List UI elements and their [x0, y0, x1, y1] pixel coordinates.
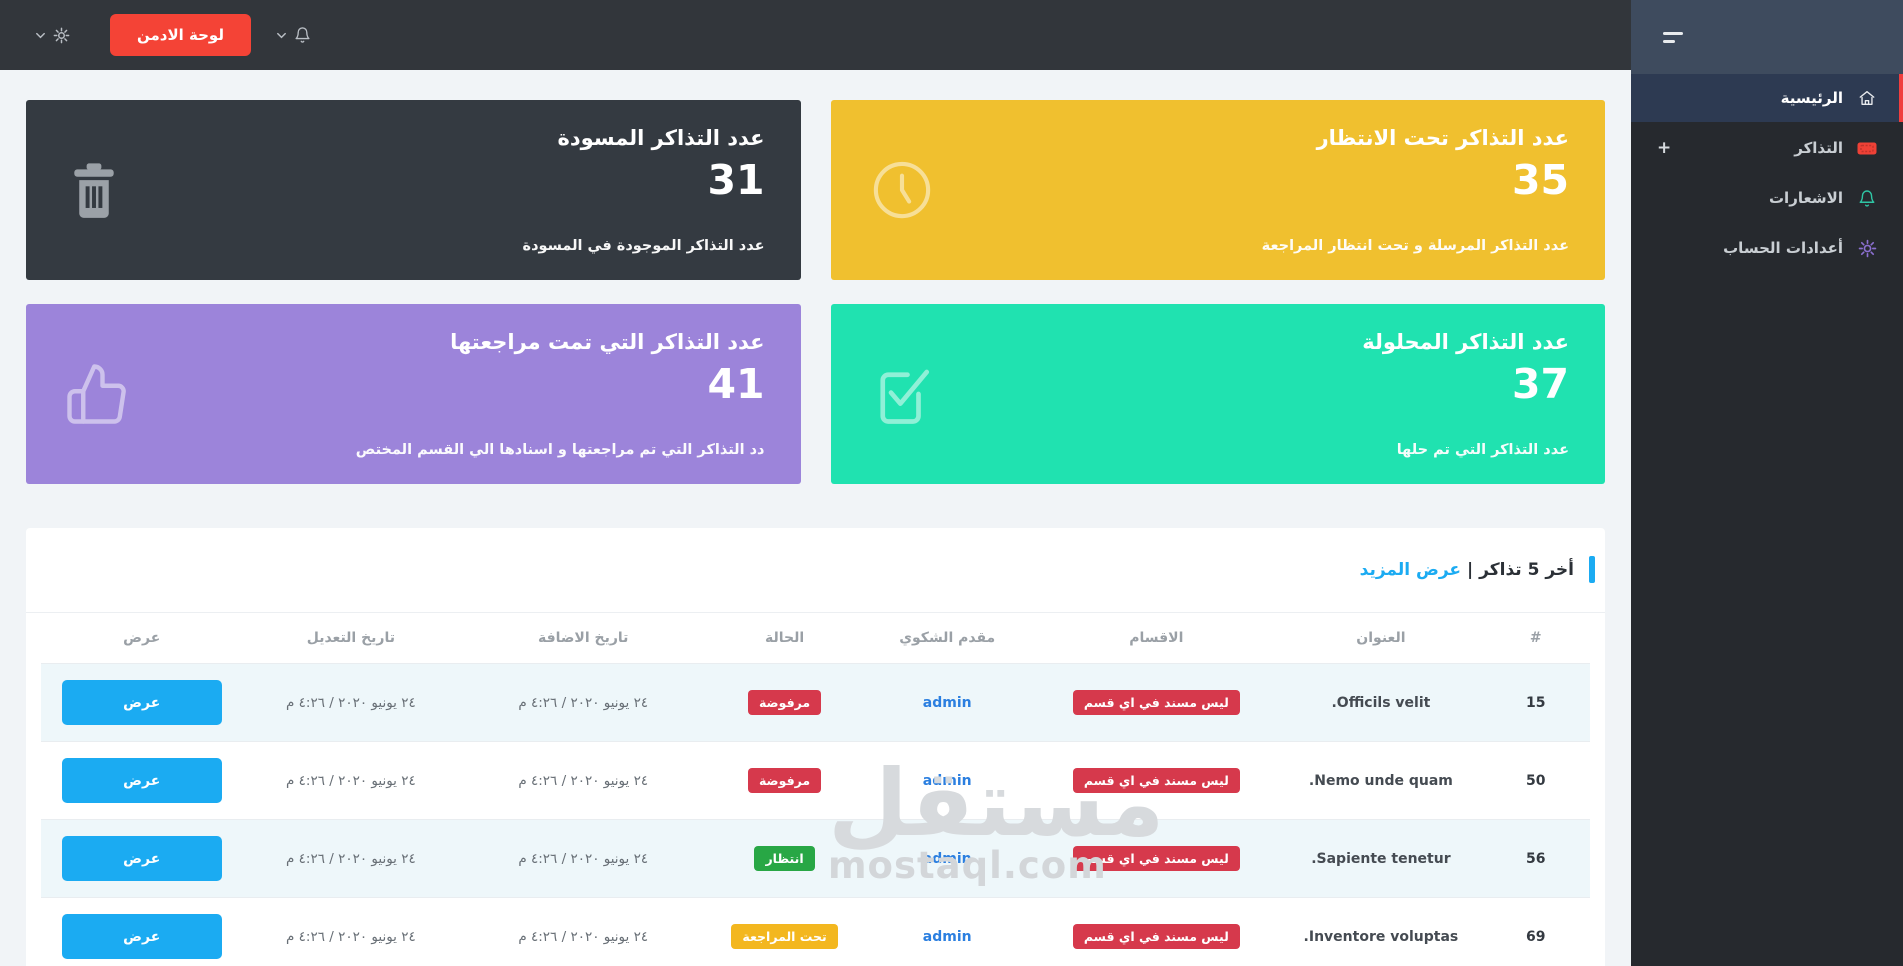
gear-icon: [1857, 238, 1877, 258]
status-badge: مرفوضة: [747, 768, 822, 793]
reporter-link[interactable]: admin: [923, 929, 972, 945]
ticket-title: Inventore voluptas.: [1280, 897, 1482, 966]
card-title: عدد التذاكر التي تمت مراجعتها: [450, 330, 765, 354]
status-badge: مرفوضة: [747, 690, 822, 715]
sidebar-item-label: التذاكر: [1794, 139, 1843, 157]
reporter-link[interactable]: admin: [923, 851, 972, 867]
ticket-id: 56: [1481, 819, 1590, 898]
clock-icon: [869, 157, 935, 223]
date-added: ٢٤ يونيو ٢٠٢٠ / ٤:٢٦ م: [459, 897, 708, 966]
table-row: 50 Nemo unde quam. ليس مسند في اي قسم ad…: [41, 741, 1590, 820]
date-modified: ٢٤ يونيو ٢٠٢٠ / ٤:٢٦ م: [242, 741, 460, 820]
ticket-title: Officils velit.: [1280, 663, 1482, 742]
ticket-id: 69: [1481, 897, 1590, 966]
home-icon: [1857, 88, 1877, 108]
col-header-date-modified: تاريخ التعديل: [306, 630, 396, 646]
card-title: عدد التذاكر تحت الانتظار: [1316, 126, 1569, 150]
sidebar-item-label: الرئيسية: [1780, 89, 1843, 107]
last-tickets-panel: أخر 5 تذاكر | عرض المزيد # العنوان الاقس…: [26, 528, 1605, 966]
department-badge: ليس مسند في اي قسم: [1072, 924, 1240, 950]
col-header-status: الحالة: [764, 630, 805, 646]
table-row: 56 Sapiente tenetur. ليس مسند في اي قسم …: [41, 819, 1590, 898]
panel-header: أخر 5 تذاكر | عرض المزيد: [26, 528, 1605, 613]
ticket-title: Nemo unde quam.: [1280, 741, 1482, 820]
sidebar-nav: الرئيسية التذاكر + الاشعارات أعدادات الح…: [1631, 74, 1903, 272]
ticket-title: Sapiente tenetur.: [1280, 819, 1482, 898]
sidebar-item-home[interactable]: الرئيسية: [1631, 74, 1903, 122]
card-value: 31: [707, 156, 765, 204]
sidebar-item-label: أعدادات الحساب: [1723, 239, 1843, 257]
settings-dropdown[interactable]: [34, 27, 70, 44]
accent-bar: [1589, 556, 1595, 583]
department-badge: ليس مسند في اي قسم: [1072, 690, 1240, 715]
sidebar-item-account-settings[interactable]: أعدادات الحساب: [1631, 224, 1903, 272]
date-modified: ٢٤ يونيو ٢٠٢٠ / ٤:٢٦ م: [242, 663, 460, 742]
gear-icon: [53, 27, 70, 44]
card-reviewed-tickets: عدد التذاكر التي تمت مراجعتها 41 دد التذ…: [26, 304, 801, 484]
notifications-dropdown[interactable]: [275, 26, 311, 44]
col-header-date-added: تاريخ الاضافة: [537, 630, 629, 646]
reporter-link[interactable]: admin: [923, 773, 972, 789]
stat-cards: عدد التذاكر تحت الانتظار 35 عدد التذاكر …: [26, 100, 1605, 484]
ticket-id: 15: [1481, 663, 1590, 742]
date-added: ٢٤ يونيو ٢٠٢٠ / ٤:٢٦ م: [459, 663, 708, 742]
card-subtitle: عدد التذاكر المرسلة و تحت انتظار المراجع…: [1261, 238, 1569, 254]
department-badge: ليس مسند في اي قسم: [1072, 768, 1240, 793]
sidebar-item-tickets[interactable]: التذاكر +: [1631, 124, 1903, 172]
panel-title: أخر 5 تذاكر |: [1467, 559, 1574, 580]
col-header-title: العنوان: [1356, 630, 1406, 646]
tickets-table: # العنوان الاقسام مقدم الشكوي الحالة تار…: [41, 613, 1590, 966]
date-modified: ٢٤ يونيو ٢٠٢٠ / ٤:٢٦ م: [242, 819, 460, 898]
card-subtitle: دد التذاكر التي تم مراجعتها و اسنادها ال…: [355, 442, 765, 458]
card-title: عدد التذاكر المحلولة: [1362, 330, 1569, 354]
status-badge: تحت المراجعة: [731, 924, 838, 950]
date-added: ٢٤ يونيو ٢٠٢٠ / ٤:٢٦ م: [459, 819, 708, 898]
table-row: 69 Inventore voluptas. ليس مسند في اي قس…: [41, 897, 1590, 966]
card-value: 41: [707, 360, 765, 408]
view-button[interactable]: عرض: [61, 758, 222, 803]
table-row: 15 Officils velit. ليس مسند في اي قسم ad…: [41, 663, 1590, 742]
col-header-id: #: [1529, 630, 1542, 646]
view-button[interactable]: عرض: [61, 836, 222, 881]
status-badge: انتظار: [754, 846, 815, 871]
thumbs-up-icon: [64, 361, 130, 427]
sidebar-item-label: الاشعارات: [1768, 189, 1843, 207]
bell-icon: [1857, 188, 1877, 208]
card-subtitle: عدد التذاكر الموجودة في المسودة: [522, 238, 765, 254]
tickets-table-wrap: # العنوان الاقسام مقدم الشكوي الحالة تار…: [26, 613, 1605, 966]
trash-icon: [64, 158, 124, 222]
reporter-link[interactable]: admin: [923, 695, 972, 711]
date-added: ٢٤ يونيو ٢٠٢٠ / ٤:٢٦ م: [459, 741, 708, 820]
admin-panel-button[interactable]: لوحة الادمن: [110, 14, 251, 56]
card-subtitle: عدد التذاكر التي تم حلها: [1396, 442, 1569, 458]
card-draft-tickets: عدد التذاكر المسودة 31 عدد التذاكر الموج…: [26, 100, 801, 280]
show-more-link[interactable]: عرض المزيد: [1360, 560, 1461, 580]
sidebar: الرئيسية التذاكر + الاشعارات أعدادات الح…: [1631, 0, 1903, 966]
card-value: 35: [1511, 156, 1569, 204]
ticket-id: 50: [1481, 741, 1590, 820]
view-button[interactable]: عرض: [61, 680, 222, 725]
card-value: 37: [1511, 360, 1569, 408]
card-solved-tickets: عدد التذاكر المحلولة 37 عدد التذاكر التي…: [830, 304, 1605, 484]
sidebar-header: [1631, 0, 1903, 74]
sidebar-item-notifications[interactable]: الاشعارات: [1631, 174, 1903, 222]
view-button[interactable]: عرض: [61, 914, 222, 960]
department-badge: ليس مسند في اي قسم: [1072, 846, 1240, 871]
menu-toggle-icon[interactable]: [1663, 31, 1683, 43]
table-header-row: # العنوان الاقسام مقدم الشكوي الحالة تار…: [41, 613, 1590, 664]
plus-icon[interactable]: +: [1657, 138, 1671, 158]
check-square-icon: [869, 359, 935, 429]
col-header-departments: الاقسام: [1129, 630, 1184, 646]
ticket-icon: [1857, 138, 1877, 158]
chevron-down-icon: [34, 29, 47, 42]
top-navbar: لوحة الادمن: [0, 0, 1631, 70]
main-content: عدد التذاكر تحت الانتظار 35 عدد التذاكر …: [0, 70, 1631, 966]
date-modified: ٢٤ يونيو ٢٠٢٠ / ٤:٢٦ م: [242, 897, 460, 966]
col-header-reporter: مقدم الشكوي: [899, 630, 996, 646]
chevron-down-icon: [275, 29, 288, 42]
col-header-view: عرض: [123, 630, 161, 646]
bell-icon: [294, 26, 311, 44]
card-title: عدد التذاكر المسودة: [557, 126, 765, 150]
card-pending-tickets: عدد التذاكر تحت الانتظار 35 عدد التذاكر …: [830, 100, 1605, 280]
